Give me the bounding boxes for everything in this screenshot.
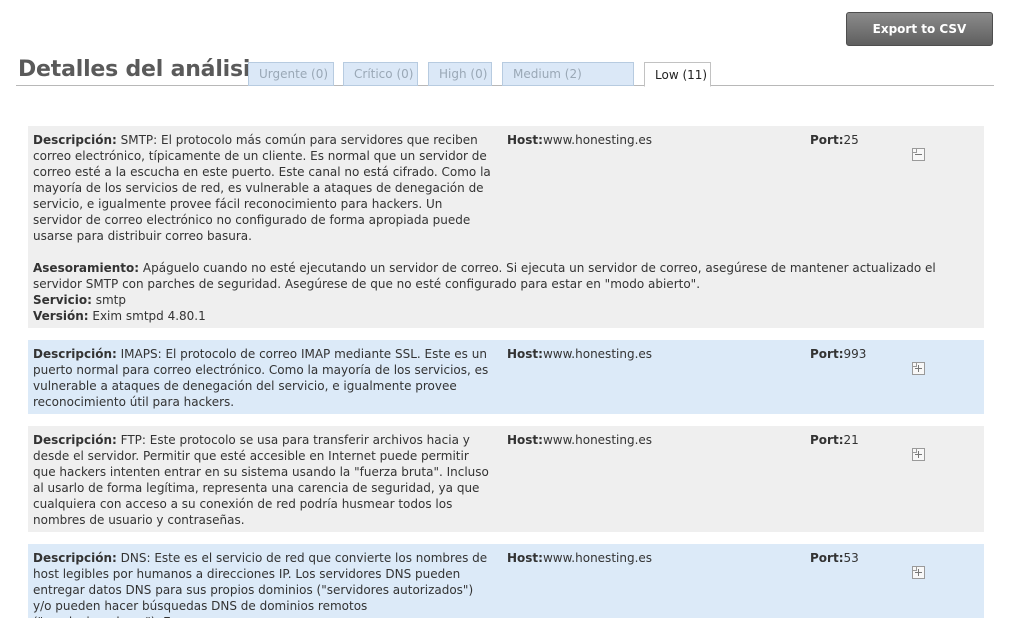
host-value: www.honesting.es — [542, 433, 653, 447]
version-label: Versión: — [33, 309, 89, 323]
result-host: Host:www.honesting.es — [507, 550, 652, 566]
tab-urgent[interactable]: Urgente (0) — [248, 62, 334, 86]
result-host: Host:www.honesting.es — [507, 432, 652, 448]
port-label: Port: — [810, 133, 844, 147]
result-port: Port:21 — [810, 432, 859, 448]
result-port: Port:25 — [810, 132, 859, 148]
host-value: www.honesting.es — [542, 551, 653, 565]
expand-icon[interactable] — [912, 362, 925, 375]
result-item-dns: Descripción: DNS: Este es el servicio de… — [28, 544, 984, 618]
description-label: Descripción: — [33, 133, 117, 147]
description-text: SMTP: El protocolo más común para servid… — [33, 133, 491, 243]
expand-icon[interactable] — [912, 448, 925, 461]
description-label: Descripción: — [33, 347, 117, 361]
service-label: Servicio: — [33, 293, 92, 307]
port-label: Port: — [810, 551, 844, 565]
result-description: Descripción: SMTP: El protocolo más comú… — [33, 132, 491, 244]
host-value: www.honesting.es — [542, 347, 653, 361]
description-label: Descripción: — [33, 551, 117, 565]
host-label: Host: — [507, 551, 543, 565]
version-value: Exim smtpd 4.80.1 — [92, 309, 206, 323]
version-row: Versión: Exim smtpd 4.80.1 — [33, 308, 963, 324]
result-port: Port:993 — [810, 346, 866, 362]
result-port: Port:53 — [810, 550, 859, 566]
host-value: www.honesting.es — [542, 133, 653, 147]
result-details: Asesoramiento: Apáguelo cuando no esté e… — [33, 260, 963, 324]
result-description: Descripción: IMAPS: El protocolo de corr… — [33, 346, 491, 410]
result-description: Descripción: FTP: Este protocolo se usa … — [33, 432, 491, 528]
export-csv-button[interactable]: Export to CSV — [846, 12, 993, 46]
page-title: Detalles del análisis — [18, 57, 264, 82]
advice-label: Asesoramiento: — [33, 261, 140, 275]
result-item-ftp: Descripción: FTP: Este protocolo se usa … — [28, 426, 984, 532]
host-label: Host: — [507, 433, 543, 447]
result-host: Host:www.honesting.es — [507, 346, 652, 362]
tab-critical[interactable]: Crítico (0) — [343, 62, 418, 86]
advice-row: Asesoramiento: Apáguelo cuando no esté e… — [33, 260, 963, 292]
service-row: Servicio: smtp — [33, 292, 963, 308]
port-label: Port: — [810, 433, 844, 447]
host-label: Host: — [507, 347, 543, 361]
advice-text: Apáguelo cuando no esté ejecutando un se… — [33, 261, 936, 291]
tab-low[interactable]: Low (11) — [644, 62, 711, 87]
description-text: FTP: Este protocolo se usa para transfer… — [33, 433, 489, 527]
result-item-smtp: Descripción: SMTP: El protocolo más comú… — [28, 126, 984, 328]
result-description: Descripción: DNS: Este es el servicio de… — [33, 550, 491, 618]
port-label: Port: — [810, 347, 844, 361]
port-value: 993 — [843, 347, 867, 361]
result-host: Host:www.honesting.es — [507, 132, 652, 148]
port-value: 53 — [843, 551, 859, 565]
port-value: 21 — [843, 433, 859, 447]
collapse-icon[interactable] — [912, 148, 925, 161]
host-label: Host: — [507, 133, 543, 147]
description-label: Descripción: — [33, 433, 117, 447]
expand-icon[interactable] — [912, 566, 925, 579]
tab-high[interactable]: High (0) — [428, 62, 492, 86]
tab-medium[interactable]: Medium (2) — [502, 62, 634, 86]
result-item-imaps: Descripción: IMAPS: El protocolo de corr… — [28, 340, 984, 414]
port-value: 25 — [843, 133, 859, 147]
service-value: smtp — [95, 293, 126, 307]
